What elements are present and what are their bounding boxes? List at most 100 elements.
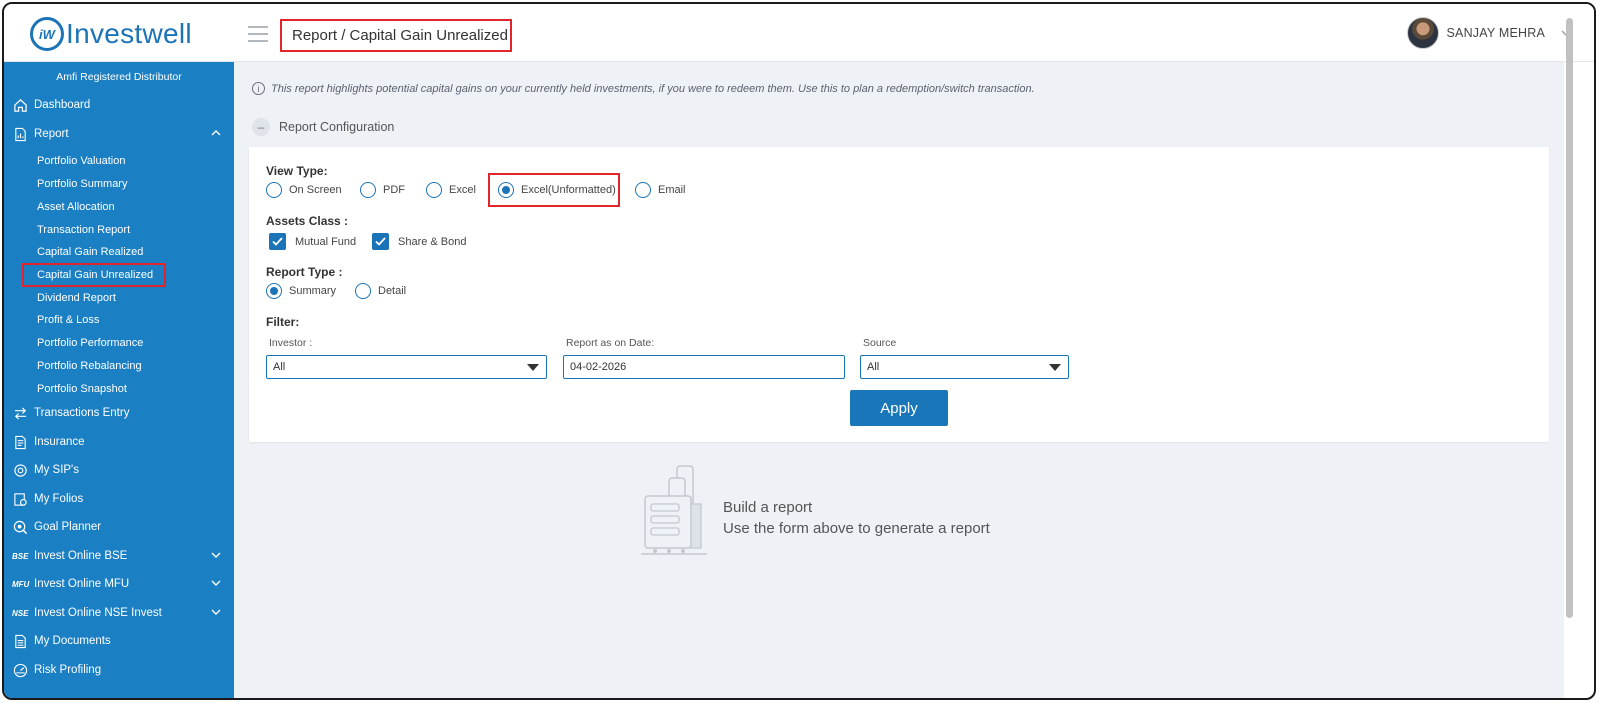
view-type-on-screen[interactable]: On Screen [266,182,342,198]
sidebar-subitem-dividend-report[interactable]: Dividend Report [37,288,116,308]
sidebar-subitem-portfolio-performance[interactable]: Portfolio Performance [37,333,143,353]
sidebar-title: Amfi Registered Distributor [56,71,182,83]
sidebar-item-report[interactable]: Report [12,122,226,146]
build-report-illustration [641,465,707,555]
empty-state-subtitle: Use the form above to generate a report [723,520,990,537]
view-type-excel-unformatted[interactable]: Excel(Unformatted) [498,182,616,198]
dropdown-arrow-icon [527,364,539,371]
filter-label: Filter: [266,315,300,329]
asset-share-bond-checkbox[interactable]: Share & Bond [372,233,467,250]
investor-select[interactable]: All [266,355,547,379]
insurance-doc-icon [12,434,28,450]
sidebar-item-goal-planner[interactable]: Goal Planner [12,515,226,539]
sidebar-item-label: Goal Planner [34,521,102,533]
sidebar-item-label: Invest Online MFU [34,578,130,590]
radio-label: Email [658,184,686,196]
sidebar-item-label: My SIP's [34,464,80,476]
radio-icon [355,283,371,299]
sidebar-item-label: Transactions Entry [34,407,130,419]
sidebar-subitem-portfolio-rebalancing[interactable]: Portfolio Rebalancing [37,356,142,376]
radio-icon [360,182,376,198]
goal-icon [12,519,28,535]
report-configuration-header[interactable]: – Report Configuration [252,118,394,136]
radio-label: Excel [449,184,476,196]
sidebar-subitem-portfolio-summary[interactable]: Portfolio Summary [37,174,127,194]
gauge-icon [12,662,28,678]
investor-value: All [273,361,286,373]
sidebar-subitem-capital-gain-unrealized[interactable]: Capital Gain Unrealized [22,263,166,287]
radio-icon [635,182,651,198]
avatar [1406,17,1439,49]
nse-logo: NSE [12,608,29,618]
view-type-email[interactable]: Email [635,182,686,198]
radio-label: Detail [378,285,407,297]
sidebar-item-my-folios[interactable]: My Folios [12,487,226,511]
check-icon [269,233,286,250]
view-type-excel[interactable]: Excel [426,182,476,198]
sidebar-item-insurance[interactable]: Insurance [12,430,226,454]
report-configuration-title: Report Configuration [279,120,395,134]
sidebar-subitem-capital-gain-realized[interactable]: Capital Gain Realized [37,242,143,262]
sip-icon [12,462,28,478]
collapse-icon[interactable]: – [252,118,270,136]
empty-state-title: Build a report [723,499,813,516]
dropdown-arrow-icon [1049,364,1061,371]
app-window: iW Investwell Report / Capital Gain Unre… [2,2,1596,700]
asset-mutual-fund-checkbox[interactable]: Mutual Fund [269,233,356,250]
sidebar-item-invest-online-mfu[interactable]: MFU Invest Online MFU [12,572,226,596]
source-value: All [867,361,880,373]
report-icon [12,126,28,142]
sidebar-item-dashboard[interactable]: Dashboard [12,93,226,117]
breadcrumb: Report / Capital Gain Unrealized [280,19,512,52]
info-text: This report highlights potential capital… [271,82,1035,95]
sidebar-item-invest-online-nse[interactable]: NSE Invest Online NSE Invest [12,601,226,625]
radio-label: Excel(Unformatted) [521,184,616,196]
sidebar-item-transactions-entry[interactable]: Transactions Entry [12,401,226,425]
sidebar-item-risk-profiling[interactable]: Risk Profiling [12,658,226,682]
sidebar-subitem-transaction-report[interactable]: Transaction Report [37,220,130,240]
radio-selected-icon [266,283,282,299]
chevron-down-icon [211,580,221,586]
report-type-detail[interactable]: Detail [355,283,406,299]
radio-selected-icon [498,182,514,198]
brand-logo[interactable]: iW Investwell [30,16,192,52]
chevron-up-icon [211,130,221,136]
home-icon [12,97,28,113]
main-content: i This report highlights potential capit… [234,62,1564,698]
sidebar-item-label: My Documents [34,635,111,647]
view-type-label: View Type: [266,164,328,178]
report-date-input[interactable] [563,355,845,379]
source-select[interactable]: All [860,355,1069,379]
sidebar-subitem-profit-loss[interactable]: Profit & Loss [37,310,99,330]
folios-icon [12,491,28,507]
radio-label: Summary [289,285,337,297]
report-type-label: Report Type : [266,265,343,279]
radio-icon [266,182,282,198]
sidebar-subitem-asset-allocation[interactable]: Asset Allocation [37,197,115,217]
sidebar-subitem-portfolio-valuation[interactable]: Portfolio Valuation [37,151,125,171]
sidebar-subitem-portfolio-snapshot[interactable]: Portfolio Snapshot [37,379,127,399]
sidebar-item-label: Risk Profiling [34,664,102,676]
source-label: Source [863,337,897,349]
sidebar-item-my-documents[interactable]: My Documents [12,629,226,653]
menu-toggle-icon[interactable] [248,26,268,42]
brand-name: Investwell [66,18,192,49]
document-icon [12,633,28,649]
sidebar-item-invest-online-bse[interactable]: BSE Invest Online BSE [12,544,226,568]
radio-icon [426,182,442,198]
sidebar: Amfi Registered Distributor Dashboard Re… [4,62,234,698]
assets-class-label: Assets Class : [266,214,349,228]
view-type-pdf[interactable]: PDF [360,182,405,198]
scrollbar[interactable] [1564,18,1575,688]
sidebar-item-my-sips[interactable]: My SIP's [12,458,226,482]
radio-label: On Screen [289,184,342,196]
info-icon: i [252,82,265,95]
apply-button[interactable]: Apply [850,390,948,426]
scrollbar-thumb[interactable] [1566,18,1573,618]
user-menu[interactable]: SANJAY MEHRA [1406,17,1573,49]
sidebar-item-label: My Folios [34,493,84,505]
swap-arrows-icon [12,405,28,421]
report-type-summary[interactable]: Summary [266,283,336,299]
user-name: SANJAY MEHRA [1446,26,1545,40]
sidebar-item-label: Insurance [34,436,85,448]
